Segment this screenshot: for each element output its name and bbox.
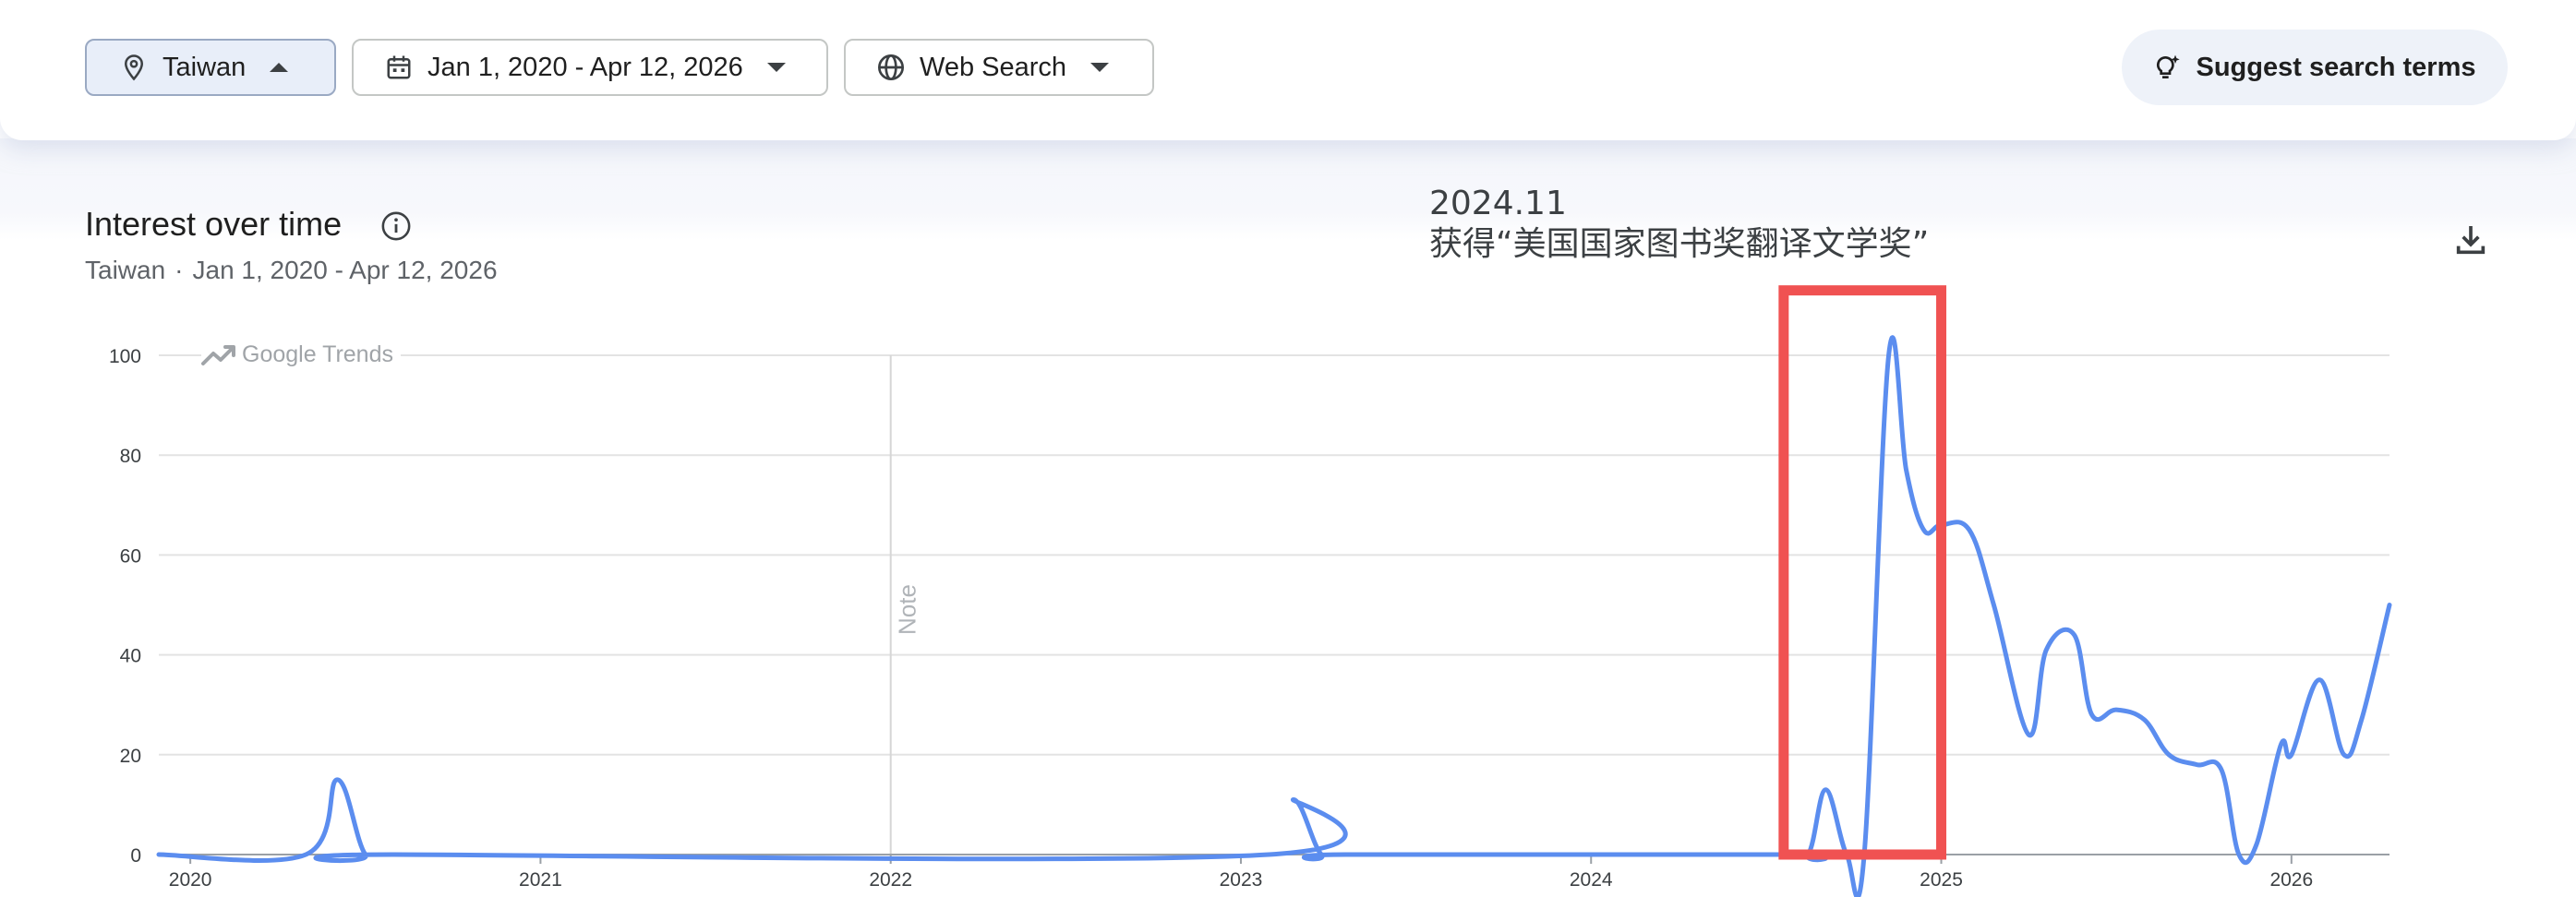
x-tick-label: 2023 [1220,869,1263,891]
suggest-search-terms-button[interactable]: Suggest search terms [2122,30,2508,105]
info-icon[interactable] [380,210,412,242]
suggest-label: Suggest search terms [2196,52,2476,82]
download-icon[interactable] [2452,221,2489,258]
x-tick-label: 2024 [1570,869,1613,891]
y-tick-label: 60 [120,545,141,567]
x-tick-label: 2026 [2269,869,2313,891]
google-trends-watermark: Google Trends [201,341,401,368]
x-tick-label: 2020 [169,869,212,891]
globe-icon [875,52,907,83]
panel-title: Interest over time [85,205,343,243]
y-tick-label: 40 [120,646,141,667]
chevron-down-icon [766,63,786,72]
search-type-label: Web Search [920,52,1067,82]
region-dropdown[interactable]: Taiwan [85,39,336,96]
lightbulb-sparkle-icon [2153,53,2183,82]
y-tick-label: 100 [109,346,141,367]
search-type-dropdown[interactable]: Web Search [844,39,1154,96]
x-tick-label: 2025 [1920,869,1963,891]
note-label: Note [894,584,921,635]
y-tick-label: 80 [120,446,141,467]
highlight-box [1778,285,1947,860]
calendar-icon [383,52,415,83]
filter-toolbar: Taiwan Jan 1, 2020 - Apr 12, 2026 Web Se… [0,0,2576,140]
x-tick-label: 2021 [519,869,562,891]
date-range-dropdown[interactable]: Jan 1, 2020 - Apr 12, 2026 [352,39,828,96]
date-range-label: Jan 1, 2020 - Apr 12, 2026 [427,52,743,82]
annotation-text: 2024.11 获得“美国国家图书奖翻译文学奖” [1429,184,1929,265]
region-label: Taiwan [163,52,247,82]
watermark-label: Google Trends [242,341,393,367]
panel-subtitle: Taiwan · Jan 1, 2020 - Apr 12, 2026 [85,256,498,285]
location-pin-icon [118,52,150,83]
annotation-caption: 获得“美国国家图书奖翻译文学奖” [1429,225,1930,263]
subtitle-range: Jan 1, 2020 - Apr 12, 2026 [192,256,498,284]
x-tick-label: 2022 [869,869,912,891]
y-tick-label: 0 [130,845,141,867]
chevron-down-icon [1090,63,1110,72]
page: Taiwan Jan 1, 2020 - Apr 12, 2026 Web Se… [0,0,2576,897]
series-line [156,335,2392,897]
chevron-up-icon [270,63,289,72]
trend-arrow-icon [201,344,235,365]
annotation-date: 2024.11 [1429,185,1567,222]
y-tick-label: 20 [120,746,141,767]
subtitle-region: Taiwan [85,256,166,284]
subtitle-separator: · [175,256,184,284]
